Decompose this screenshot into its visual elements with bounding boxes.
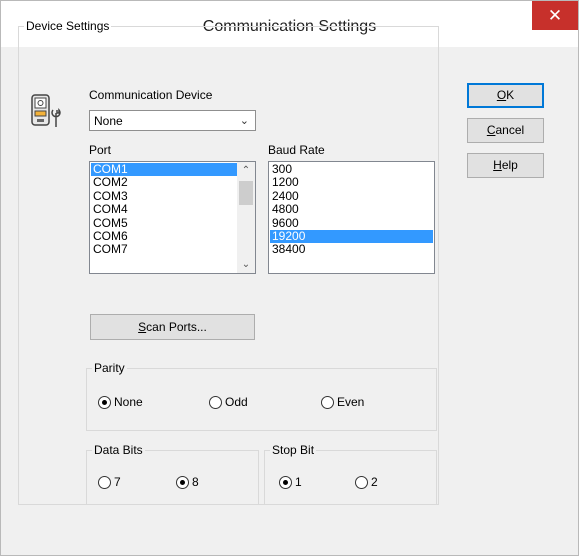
device-wrench-icon — [31, 94, 61, 127]
data-bits-8-label: 8 — [192, 475, 199, 489]
help-mnemonic: H — [493, 158, 502, 172]
parity-even-radio[interactable]: Even — [321, 395, 364, 409]
scroll-down-icon[interactable]: ⌄ — [237, 256, 255, 273]
port-item[interactable]: COM3 — [91, 189, 237, 203]
ok-label: K — [506, 88, 515, 102]
cancel-label: ancel — [495, 123, 525, 137]
radio-button[interactable] — [176, 475, 189, 489]
baud-item[interactable]: 2400 — [270, 189, 433, 203]
port-item[interactable]: COM2 — [91, 176, 237, 189]
baud-item[interactable]: 4800 — [270, 202, 433, 216]
chevron-down-icon: ⌄ — [239, 115, 249, 127]
ok-button[interactable]: OK — [467, 83, 544, 108]
stop-bit-2-label: 2 — [371, 475, 378, 489]
comm-device-label: Communication Device — [89, 88, 213, 102]
radio-button[interactable] — [209, 395, 222, 409]
help-label: elp — [501, 158, 518, 172]
parity-none-radio[interactable]: None — [98, 395, 143, 409]
port-item[interactable]: COM7 — [91, 243, 237, 256]
scroll-up-icon[interactable]: ⌃ — [237, 162, 255, 179]
baud-item[interactable]: 300 — [270, 162, 433, 176]
communication-settings-dialog: Communication Settings ✕ Device Settings… — [0, 0, 579, 556]
radio-button[interactable] — [279, 475, 292, 489]
port-item[interactable]: COM1 — [91, 162, 237, 177]
parity-odd-radio[interactable]: Odd — [209, 395, 248, 409]
data-bits-7-label: 7 — [114, 475, 121, 489]
stop-bit-group: Stop Bit — [264, 443, 437, 505]
scan-ports-button[interactable]: Scan Ports... — [90, 314, 255, 340]
port-item[interactable]: COM6 — [91, 229, 237, 243]
port-listbox[interactable]: COM1 COM2 COM3 COM4 COM5 COM6 COM7 ⌃ ⌄ — [89, 161, 256, 274]
data-bits-7-radio[interactable]: 7 — [98, 475, 121, 489]
comm-device-value: None — [94, 114, 123, 128]
ok-mnemonic: O — [496, 88, 507, 102]
parity-label: Parity — [94, 361, 125, 375]
baud-rate-listbox[interactable]: 300 1200 2400 4800 9600 19200 38400 — [268, 161, 435, 274]
port-item[interactable]: COM5 — [91, 216, 237, 230]
stop-bit-1-radio[interactable]: 1 — [279, 475, 302, 489]
baud-rate-label: Baud Rate — [268, 143, 325, 157]
radio-button[interactable] — [321, 395, 334, 409]
port-label: Port — [89, 143, 112, 157]
device-settings-label: Device Settings — [26, 19, 110, 33]
close-icon: ✕ — [547, 6, 563, 25]
scroll-thumb[interactable] — [239, 181, 253, 205]
comm-device-select[interactable]: None ⌄ — [89, 110, 256, 131]
radio-button[interactable] — [355, 475, 368, 489]
scan-mnemonic: S — [138, 320, 147, 334]
close-button[interactable]: ✕ — [532, 1, 578, 30]
parity-odd-label: Odd — [225, 395, 248, 409]
radio-button[interactable] — [98, 475, 111, 489]
stop-bit-1-label: 1 — [295, 475, 302, 489]
port-scrollbar[interactable]: ⌃ ⌄ — [237, 162, 255, 273]
parity-even-label: Even — [337, 395, 365, 409]
stop-bit-2-radio[interactable]: 2 — [355, 475, 378, 489]
baud-item[interactable]: 19200 — [270, 229, 433, 244]
data-bits-8-radio[interactable]: 8 — [176, 475, 199, 489]
parity-none-label: None — [114, 395, 143, 409]
baud-item[interactable]: 38400 — [270, 243, 433, 256]
data-bits-label: Data Bits — [94, 443, 143, 457]
cancel-button[interactable]: Cancel — [467, 118, 544, 143]
scan-label: can Ports... — [146, 320, 207, 334]
stop-bit-label: Stop Bit — [272, 443, 315, 457]
baud-item[interactable]: 9600 — [270, 216, 433, 230]
baud-item[interactable]: 1200 — [270, 176, 433, 189]
data-bits-group: Data Bits — [86, 443, 259, 505]
radio-button[interactable] — [98, 395, 111, 409]
port-item[interactable]: COM4 — [91, 202, 237, 216]
help-button[interactable]: Help — [467, 153, 544, 178]
